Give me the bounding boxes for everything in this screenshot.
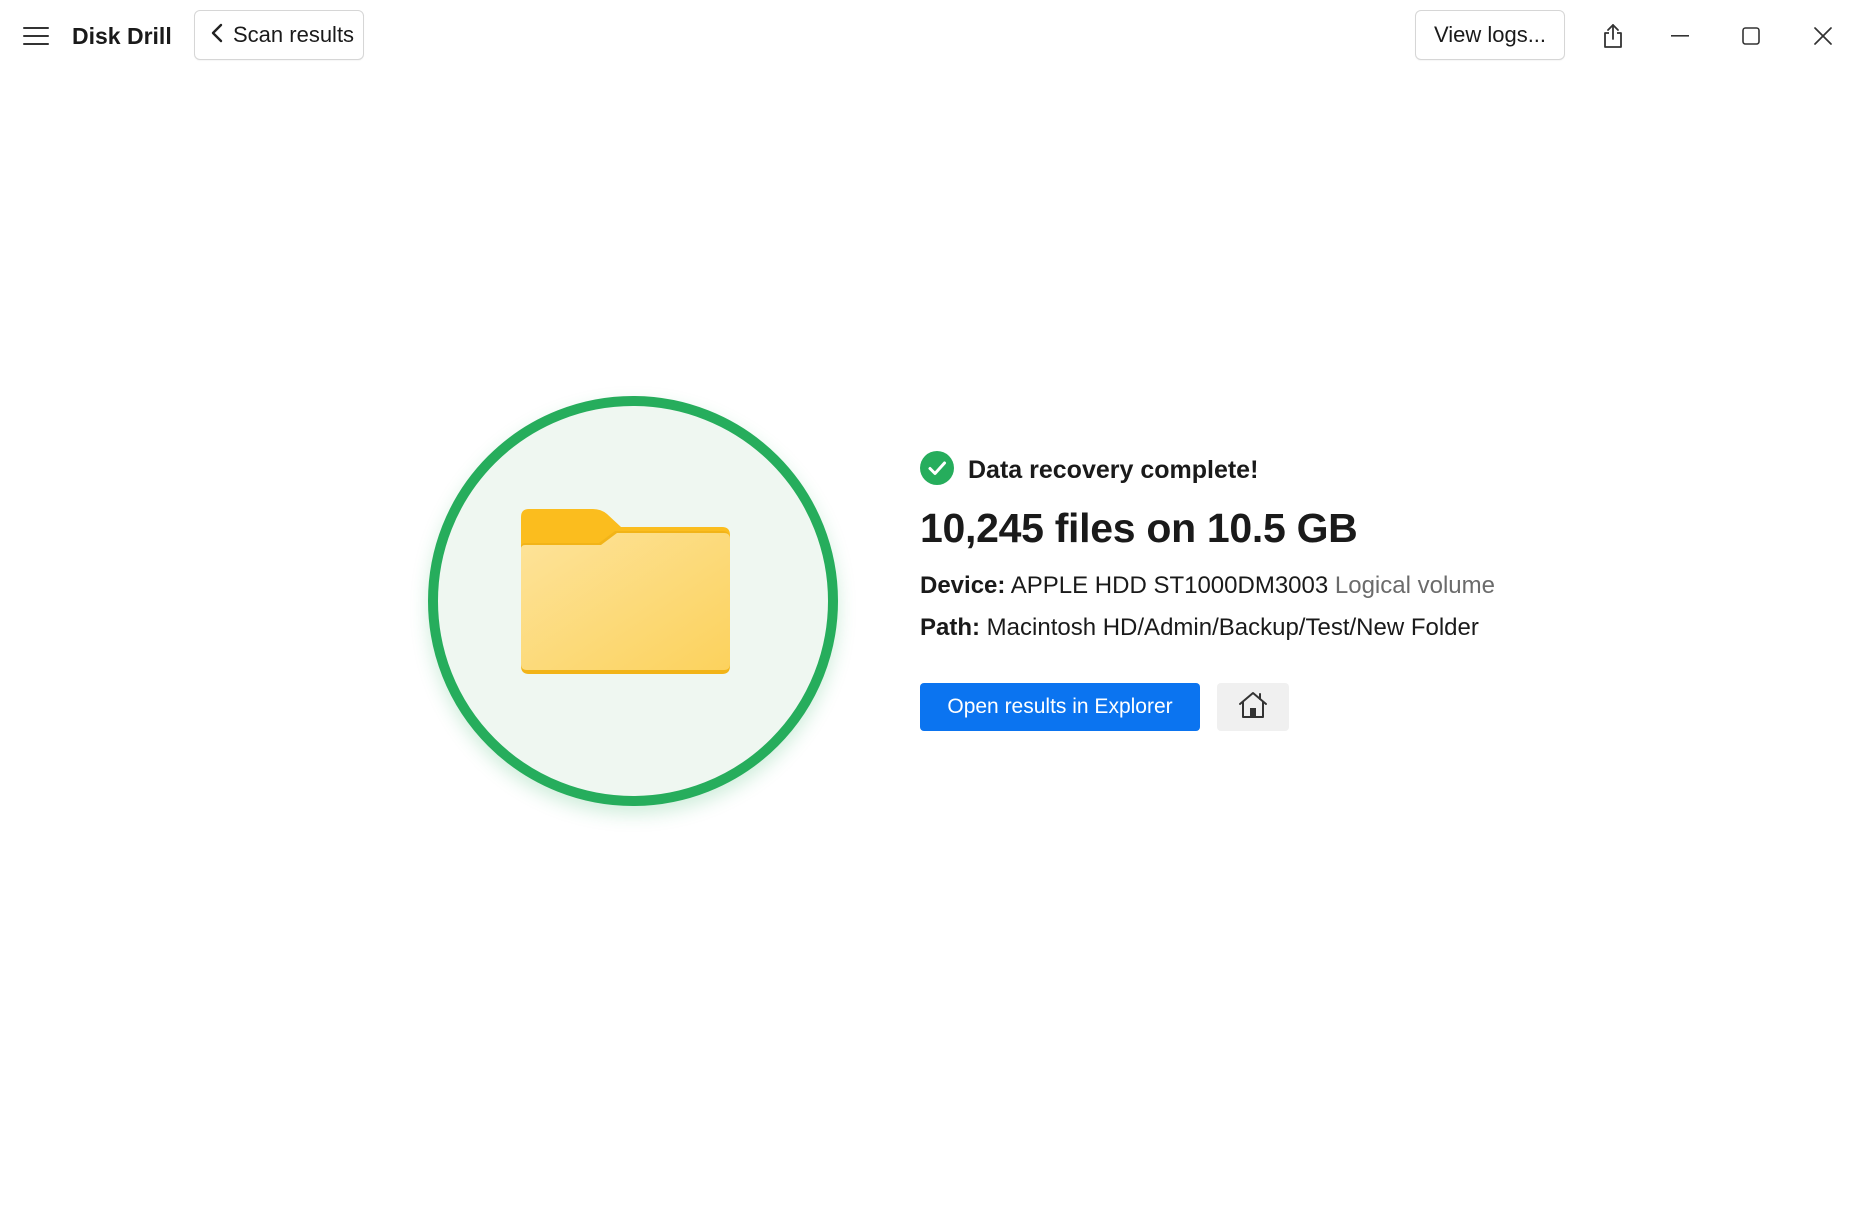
- path-label: Path:: [920, 614, 980, 641]
- maximize-icon[interactable]: [1727, 12, 1775, 60]
- chevron-left-icon: [211, 23, 223, 48]
- home-icon: [1237, 690, 1269, 725]
- recovered-summary: 10,245 files on 10.5 GB: [920, 505, 1358, 551]
- scan-results-back-button[interactable]: Scan results: [194, 10, 364, 60]
- path-info: Path: Macintosh HD/Admin/Backup/Test/New…: [920, 612, 1479, 644]
- device-info: Device: APPLE HDD ST1000DM3003 Logical v…: [920, 570, 1495, 602]
- close-icon[interactable]: [1799, 12, 1847, 60]
- folder-icon: [521, 509, 730, 674]
- check-circle-icon: [920, 450, 954, 490]
- back-button-label: Scan results: [233, 22, 355, 47]
- minimize-icon[interactable]: [1656, 12, 1704, 60]
- device-name: APPLE HDD ST1000DM3003: [1010, 572, 1329, 599]
- open-results-in-explorer-button[interactable]: Open results in Explorer: [920, 683, 1200, 731]
- home-button[interactable]: [1217, 683, 1289, 731]
- share-icon[interactable]: [1589, 12, 1637, 60]
- title-bar: Disk Drill Scan results View logs...: [0, 0, 1856, 72]
- app-title: Disk Drill: [72, 23, 172, 49]
- device-label: Device:: [920, 572, 1006, 599]
- path-value: Macintosh HD/Admin/Backup/Test/New Folde…: [986, 614, 1479, 641]
- view-logs-button[interactable]: View logs...: [1415, 10, 1565, 60]
- hamburger-menu-icon[interactable]: [14, 14, 58, 58]
- device-type: Logical volume: [1334, 572, 1495, 599]
- recovery-status: Data recovery complete!: [920, 450, 1259, 490]
- status-text: Data recovery complete!: [968, 455, 1259, 484]
